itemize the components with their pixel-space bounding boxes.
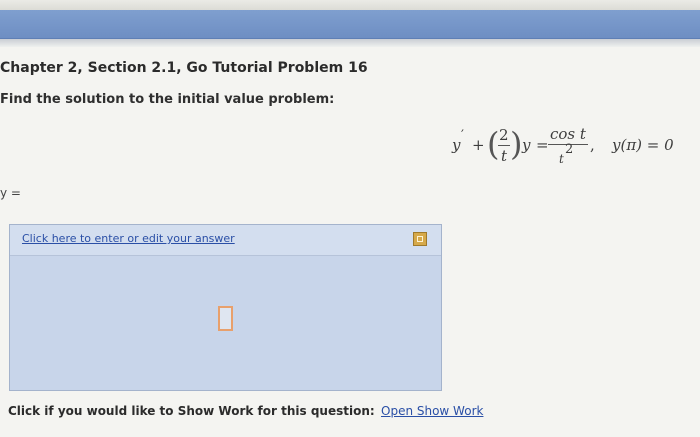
header-shadow: [0, 39, 700, 47]
eq-rhs-denominator-exp: 2: [565, 142, 574, 157]
show-work-prompt: Click if you would like to Show Work for…: [8, 404, 375, 418]
eq-coef-denominator: t: [501, 147, 508, 165]
eq-rhs-numerator: cos t: [550, 125, 586, 143]
eq-coef-numerator: 2: [499, 126, 509, 144]
eq-rhs-denominator-base: t: [559, 152, 564, 166]
edit-answer-link[interactable]: Click here to enter or edit your answer: [22, 232, 235, 245]
answer-panel[interactable]: Click here to enter or edit your answer: [9, 224, 442, 391]
open-show-work-link[interactable]: Open Show Work: [381, 404, 483, 418]
differential-equation: y ′ + ( 2 t ) y = cos t t 2 , y(π) = 0: [452, 120, 692, 175]
eq-y-prime: y: [452, 136, 461, 154]
eq-close-paren: ): [510, 125, 523, 163]
eq-initial-condition: y(π) = 0: [612, 136, 674, 154]
eq-comma: ,: [590, 136, 595, 154]
eq-open-paren: (: [487, 125, 500, 163]
answer-placeholder-box[interactable]: [218, 306, 233, 331]
edit-answer-icon[interactable]: [413, 232, 427, 246]
header-bar: [0, 10, 700, 39]
page-title: Chapter 2, Section 2.1, Go Tutorial Prob…: [0, 60, 368, 76]
answer-y-label: y =: [0, 186, 21, 200]
eq-equals: =: [536, 136, 549, 154]
problem-instruction: Find the solution to the initial value p…: [0, 92, 335, 107]
top-band: [0, 0, 700, 10]
eq-coef-fraction-bar: [498, 145, 510, 146]
answer-panel-header: Click here to enter or edit your answer: [10, 225, 441, 256]
eq-plus: +: [472, 136, 485, 154]
eq-y: y: [522, 136, 531, 154]
eq-prime-mark: ′: [461, 128, 464, 143]
